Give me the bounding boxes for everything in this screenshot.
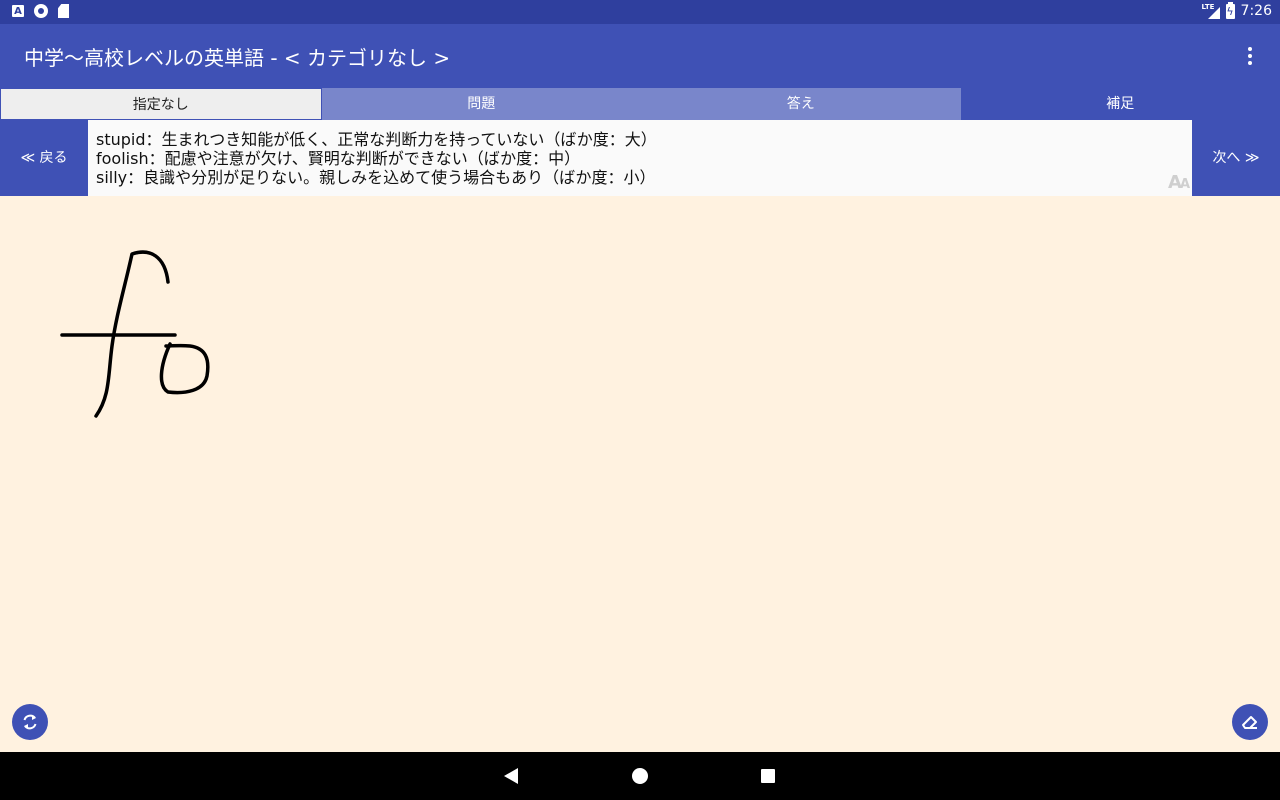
refresh-icon xyxy=(23,714,37,730)
sd-card-icon xyxy=(58,4,69,18)
back-icon[interactable] xyxy=(504,768,518,784)
system-nav-bar xyxy=(0,752,1280,800)
supplement-line-3: silly：良識や分別が足りない。親しみを込めて使う場合もあり（ばか度：小） xyxy=(96,168,656,187)
handwriting-strokes xyxy=(60,250,210,418)
page-title: 中学〜高校レベルの英単語 - < カテゴリなし > xyxy=(24,46,451,70)
tab-answer[interactable]: 答え xyxy=(641,88,961,120)
status-time: 7:26 xyxy=(1240,3,1272,19)
app-bar: 中学〜高校レベルの英単語 - < カテゴリなし > xyxy=(0,24,1280,88)
supplement-line-1: stupid：生まれつき知能が低く、正常な判断力を持っていない（ばか度：大） xyxy=(96,130,657,149)
eraser-button[interactable] xyxy=(1232,704,1268,740)
tab-supplement[interactable]: 補足 xyxy=(960,88,1280,120)
status-left-icons: A xyxy=(12,4,69,18)
battery-charging-icon xyxy=(1225,1,1235,19)
refresh-button[interactable] xyxy=(12,704,48,740)
handwriting-canvas[interactable] xyxy=(0,196,1280,752)
back-button[interactable]: ≪ 戻る xyxy=(0,120,88,196)
home-icon[interactable] xyxy=(632,768,648,784)
supplement-text-panel: stupid：生まれつき知能が低く、正常な判断力を持っていない（ばか度：大） f… xyxy=(88,120,1192,196)
eraser-icon xyxy=(1242,716,1257,729)
font-size-icon[interactable]: AA xyxy=(1168,173,1190,194)
more-vert-icon[interactable] xyxy=(1240,44,1260,68)
supplement-line-2: foolish：配慮や注意が欠け、賢明な判断ができない（ばか度：中） xyxy=(96,149,581,168)
signal-icon: LTE xyxy=(1202,3,1220,19)
recents-icon[interactable] xyxy=(761,769,775,783)
status-right-icons: LTE 7:26 xyxy=(1202,1,1272,19)
status-bar: A LTE 7:26 xyxy=(0,0,1280,24)
handwriting-stroke-o xyxy=(159,342,210,395)
next-button[interactable]: 次へ ≫ xyxy=(1192,120,1280,196)
record-icon xyxy=(34,4,48,18)
tab-bar: 指定なし 問題 答え 補足 xyxy=(0,88,1280,120)
tab-question[interactable]: 問題 xyxy=(321,88,641,120)
tab-unspecified[interactable]: 指定なし xyxy=(0,88,322,120)
content-row: ≪ 戻る stupid：生まれつき知能が低く、正常な判断力を持っていない（ばか度… xyxy=(0,120,1280,196)
app-a-icon: A xyxy=(12,5,24,17)
